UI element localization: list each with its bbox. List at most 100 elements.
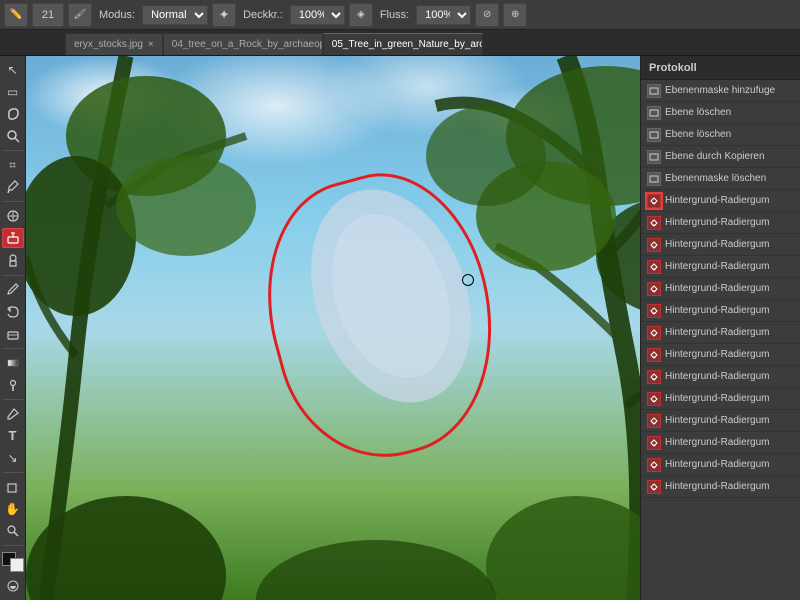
tab-1-label: 04_tree_on_a_Rock_by_archaeopteryx_stock… <box>172 39 323 50</box>
history-item-3[interactable]: Ebene durch Kopieren <box>641 146 800 168</box>
brush-preset-icon[interactable]: 🖌 <box>68 3 92 27</box>
canvas-image <box>26 56 640 600</box>
brush-tool[interactable] <box>2 279 24 299</box>
mode-label: Modus: <box>96 9 138 21</box>
tab-bar: eryx_stocks.jpg × 04_tree_on_a_Rock_by_a… <box>0 30 800 56</box>
canvas-area[interactable] <box>26 56 640 600</box>
eyedropper-tool[interactable] <box>2 177 24 197</box>
tab-1[interactable]: 04_tree_on_a_Rock_by_archaeopteryx_stock… <box>163 33 323 55</box>
history-item-14[interactable]: Hintergrund-Radiergum <box>641 388 800 410</box>
history-item-icon-4 <box>647 172 661 186</box>
opacity-label: Deckkr.: <box>240 9 286 21</box>
tab-0-label: eryx_stocks.jpg <box>74 39 143 50</box>
history-item-17[interactable]: Hintergrund-Radiergum <box>641 454 800 476</box>
foreground-color[interactable] <box>2 552 24 572</box>
history-item-icon-10 <box>647 304 661 318</box>
history-item-icon-2 <box>647 128 661 142</box>
history-item-4[interactable]: Ebenenmaske löschen <box>641 168 800 190</box>
history-item-12[interactable]: Hintergrund-Radiergum <box>641 344 800 366</box>
history-item-text-13: Hintergrund-Radiergum <box>665 371 770 382</box>
stamp-tool[interactable] <box>2 250 24 270</box>
path-select-tool[interactable]: ↘ <box>2 448 24 468</box>
history-item-8[interactable]: Hintergrund-Radiergum <box>641 256 800 278</box>
history-item-icon-6 <box>647 216 661 230</box>
tab-0[interactable]: eryx_stocks.jpg × <box>65 33 163 55</box>
history-item-text-5: Hintergrund-Radiergum <box>665 195 770 206</box>
text-tool[interactable]: T <box>2 426 24 446</box>
opacity-icon[interactable]: ◈ <box>349 3 373 27</box>
history-item-icon-3 <box>647 150 661 164</box>
extra-icon[interactable]: ⊕ <box>503 3 527 27</box>
background-eraser-tool[interactable] <box>2 228 24 248</box>
tool-sep-2 <box>3 201 23 202</box>
tool-sep-4 <box>3 348 23 349</box>
history-item-11[interactable]: Hintergrund-Radiergum <box>641 322 800 344</box>
quick-mask-tool[interactable] <box>2 576 24 596</box>
history-item-text-18: Hintergrund-Radiergum <box>665 481 770 492</box>
selection-tool[interactable]: ▭ <box>2 82 24 102</box>
gradient-tool[interactable] <box>2 353 24 373</box>
history-item-0[interactable]: Ebenenmaske hinzufuge <box>641 80 800 102</box>
tab-2-label: 05_Tree_in_green_Nature_by_arc <box>332 39 483 50</box>
history-item-icon-8 <box>647 260 661 274</box>
dodge-tool[interactable] <box>2 375 24 395</box>
pen-tool[interactable] <box>2 404 24 424</box>
tool-sep-7 <box>3 545 23 546</box>
top-toolbar: ✏️ 21 🖌 Modus: Normal ✦ Deckkr.: 100% ◈ … <box>0 0 800 30</box>
history-brush-tool[interactable] <box>2 302 24 322</box>
history-item-icon-0 <box>647 84 661 98</box>
history-item-text-3: Ebene durch Kopieren <box>665 151 765 162</box>
history-item-text-8: Hintergrund-Radiergum <box>665 261 770 272</box>
history-item-15[interactable]: Hintergrund-Radiergum <box>641 410 800 432</box>
history-panel-title: Protokoll <box>641 56 800 80</box>
brush-size-display[interactable]: 21 <box>32 3 64 27</box>
mode-select[interactable]: Normal <box>142 5 208 25</box>
history-item-18[interactable]: Hintergrund-Radiergum <box>641 476 800 498</box>
history-item-text-14: Hintergrund-Radiergum <box>665 393 770 404</box>
history-item-text-12: Hintergrund-Radiergum <box>665 349 770 360</box>
lasso-tool[interactable] <box>2 104 24 124</box>
history-item-10[interactable]: Hintergrund-Radiergum <box>641 300 800 322</box>
flow-icon[interactable]: ⊘ <box>475 3 499 27</box>
history-item-9[interactable]: Hintergrund-Radiergum <box>641 278 800 300</box>
history-item-icon-13 <box>647 370 661 384</box>
history-item-icon-5 <box>647 194 661 208</box>
crop-tool[interactable]: ⌗ <box>2 155 24 175</box>
tool-sep-3 <box>3 275 23 276</box>
history-item-text-1: Ebene löschen <box>665 107 731 118</box>
history-item-icon-11 <box>647 326 661 340</box>
history-title-text: Protokoll <box>649 62 697 74</box>
eraser-tool[interactable] <box>2 324 24 344</box>
shapes-tool[interactable] <box>2 477 24 497</box>
history-item-text-9: Hintergrund-Radiergum <box>665 283 770 294</box>
hand-tool[interactable]: ✋ <box>2 499 24 519</box>
move-tool[interactable]: ↖ <box>2 60 24 80</box>
tab-0-close[interactable]: × <box>148 39 154 50</box>
history-item-13[interactable]: Hintergrund-Radiergum <box>641 366 800 388</box>
airbrush-icon[interactable]: ✦ <box>212 3 236 27</box>
main-area: ↖ ▭ ⌗ <box>0 56 800 600</box>
tab-2[interactable]: 05_Tree_in_green_Nature_by_arc × <box>323 33 483 55</box>
tool-icon-1[interactable]: ✏️ <box>4 3 28 27</box>
history-item-icon-18 <box>647 480 661 494</box>
history-item-5[interactable]: Hintergrund-Radiergum <box>641 190 800 212</box>
history-item-text-0: Ebenenmaske hinzufuge <box>665 85 775 96</box>
history-panel: Protokoll Ebenenmaske hinzufuge Ebene lös… <box>640 56 800 600</box>
zoom-tool[interactable] <box>2 521 24 541</box>
tree-svg <box>26 56 640 600</box>
history-item-text-2: Ebene löschen <box>665 129 731 140</box>
history-item-16[interactable]: Hintergrund-Radiergum <box>641 432 800 454</box>
history-item-icon-9 <box>647 282 661 296</box>
history-item-1[interactable]: Ebene löschen <box>641 102 800 124</box>
history-item-icon-17 <box>647 458 661 472</box>
healing-brush-tool[interactable] <box>2 206 24 226</box>
flow-select[interactable]: 100% <box>416 5 471 25</box>
history-item-6[interactable]: Hintergrund-Radiergum <box>641 212 800 234</box>
history-item-icon-12 <box>647 348 661 362</box>
history-item-7[interactable]: Hintergrund-Radiergum <box>641 234 800 256</box>
opacity-select[interactable]: 100% <box>290 5 345 25</box>
flow-label: Fluss: <box>377 9 412 21</box>
quick-select-tool[interactable] <box>2 126 24 146</box>
history-item-icon-7 <box>647 238 661 252</box>
history-item-2[interactable]: Ebene löschen <box>641 124 800 146</box>
